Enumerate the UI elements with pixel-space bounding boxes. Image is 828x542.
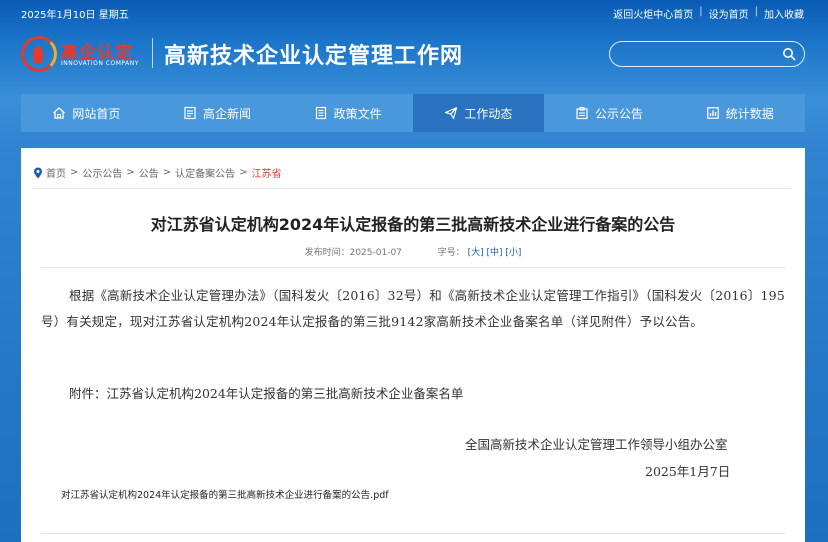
logo-subtext: INNOVATION COMPANY — [61, 60, 139, 67]
main-nav: 网站首页 高企新闻 政策文件 工作动态 公示公告 统计数据 — [21, 94, 805, 132]
chart-icon — [706, 107, 719, 119]
breadcrumb-separator: > — [162, 167, 172, 178]
nav-item-news[interactable]: 高企新闻 — [152, 94, 283, 132]
nav-label: 网站首页 — [72, 106, 121, 121]
font-size-large-button[interactable]: [大] — [468, 248, 484, 258]
nav-label: 高企新闻 — [203, 106, 252, 121]
add-favorite-link[interactable]: 加入收藏 — [764, 6, 804, 21]
site-logo[interactable]: 高企认定 INNOVATION COMPANY — [21, 32, 149, 72]
site-title: 高新技术企业认定管理工作网 — [164, 44, 464, 69]
font-size-medium-button[interactable]: [中] — [486, 248, 502, 258]
breadcrumb-separator: > — [70, 167, 79, 178]
nav-label: 公示公告 — [595, 106, 644, 121]
nav-label: 政策文件 — [333, 106, 382, 121]
signing-date: 2025年1月7日 — [645, 464, 731, 479]
current-date: 2025年1月10日 星期五 — [21, 10, 129, 21]
set-homepage-link[interactable]: 设为首页 — [709, 6, 749, 21]
nav-label: 工作动态 — [464, 106, 513, 121]
search-icon[interactable] — [782, 47, 796, 61]
nav-label: 统计数据 — [725, 106, 774, 121]
nav-item-announcements[interactable]: 公示公告 — [544, 94, 675, 132]
search-input[interactable] — [622, 46, 782, 62]
signing-organization: 全国高新技术企业认定管理工作领导小组办公室 — [465, 437, 728, 452]
content-card: 首页 > 公示公告 > 公告 > 认定备案公告 > 江苏省 对江苏省认定机构20… — [21, 148, 805, 542]
nav-item-policy[interactable]: 政策文件 — [282, 94, 413, 132]
search-box[interactable] — [609, 41, 805, 67]
article-paragraph: 根据《高新技术企业认定管理办法》（国科发火〔2016〕32号）和《高新技术企业认… — [41, 288, 785, 329]
separator: | — [699, 6, 703, 17]
announcement-icon — [576, 106, 588, 120]
published-date: 2025-01-07 — [349, 248, 402, 258]
torch-center-home-link[interactable]: 返回火炬中心首页 — [613, 6, 693, 21]
font-size-label: 字号： — [437, 248, 465, 258]
news-icon — [184, 106, 196, 120]
divider — [41, 533, 785, 534]
article-meta: 发布时间：2025-01-07 字号： [大] [中] [小] — [21, 245, 805, 258]
send-icon — [445, 107, 458, 120]
logo-emblem-icon — [21, 36, 57, 72]
separator: | — [754, 6, 758, 17]
header-divider — [152, 38, 153, 68]
pdf-attachment-link[interactable]: 对江苏省认定机构2024年认定报备的第三批高新技术企业进行备案的公告.pdf — [61, 487, 389, 501]
breadcrumb-jiangsu[interactable]: 江苏省 — [252, 165, 282, 180]
breadcrumb-filing-notice[interactable]: 认定备案公告 — [175, 165, 235, 180]
home-icon — [53, 107, 66, 119]
article-title: 对江苏省认定机构2024年认定报备的第三批高新技术企业进行备案的公告 — [150, 215, 676, 234]
breadcrumb: 首页 > 公示公告 > 公告 > 认定备案公告 > 江苏省 — [33, 165, 282, 180]
top-links: 返回火炬中心首页 | 设为首页 | 加入收藏 — [613, 6, 804, 21]
attachment-line: 附件：江苏省认定机构2024年认定报备的第三批高新技术企业备案名单 — [69, 386, 464, 401]
top-bar: 2025年1月10日 星期五 返回火炬中心首页 | 设为首页 | 加入收藏 — [0, 0, 828, 24]
breadcrumb-notice[interactable]: 公告 — [139, 165, 159, 180]
breadcrumb-announcements[interactable]: 公示公告 — [82, 165, 122, 180]
published-label: 发布时间： — [304, 248, 350, 258]
font-size-small-button[interactable]: [小] — [505, 248, 521, 258]
divider — [33, 188, 791, 189]
document-icon — [315, 106, 326, 120]
breadcrumb-separator: > — [126, 167, 135, 178]
nav-item-work-news[interactable]: 工作动态 — [413, 94, 544, 132]
breadcrumb-separator: > — [239, 167, 248, 178]
divider — [41, 267, 785, 268]
nav-item-statistics[interactable]: 统计数据 — [674, 94, 805, 132]
breadcrumb-home[interactable]: 首页 — [46, 165, 66, 180]
nav-item-home[interactable]: 网站首页 — [21, 94, 152, 132]
location-pin-icon — [34, 167, 42, 178]
